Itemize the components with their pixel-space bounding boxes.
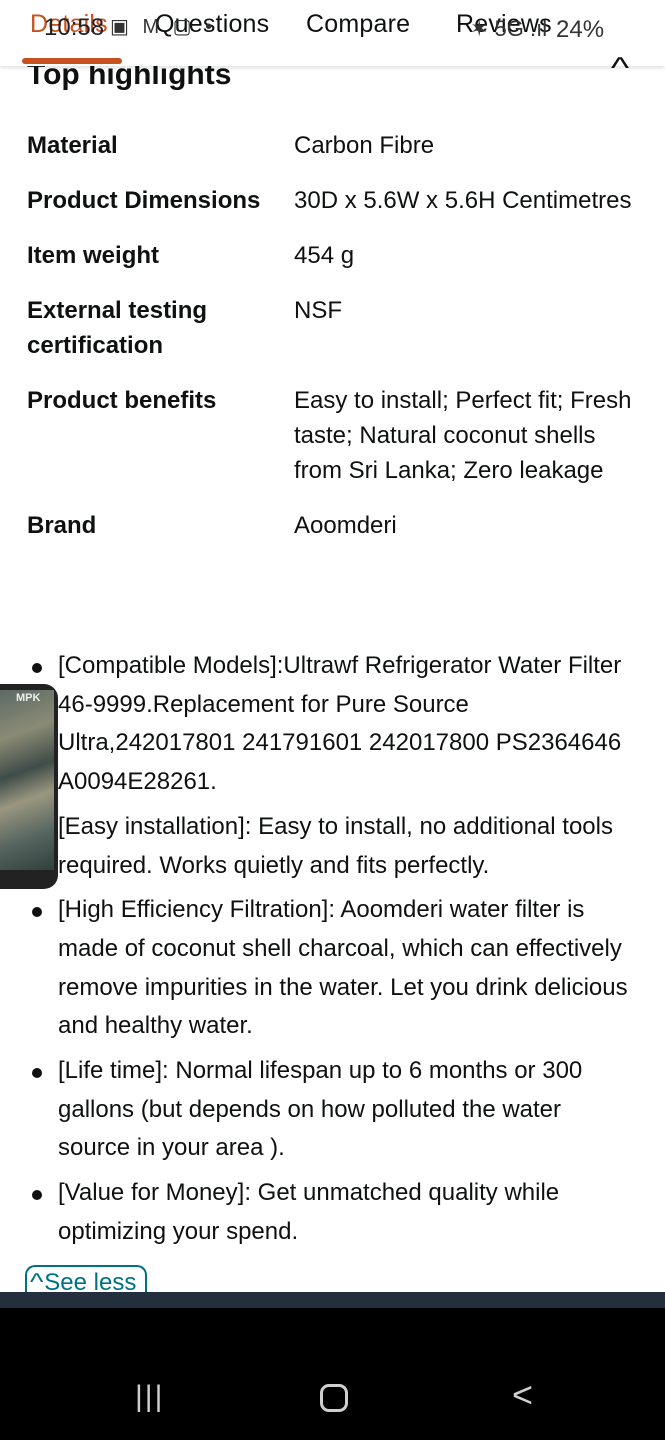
specs-table: Material Carbon Fibre Product Dimensions… bbox=[27, 128, 637, 563]
spec-row: Material Carbon Fibre bbox=[27, 128, 637, 163]
tab-compare[interactable]: Compare bbox=[306, 10, 410, 39]
feature-bullets: [Compatible Models]:Ultrawf Refrigerator… bbox=[27, 647, 637, 1258]
spec-value: Carbon Fibre bbox=[294, 132, 435, 159]
spec-label: Product Dimensions bbox=[27, 187, 261, 214]
spec-value: NSF bbox=[294, 297, 342, 324]
tab-questions[interactable]: Questions bbox=[155, 10, 269, 39]
system-navigation-bar: ||| < bbox=[0, 1308, 665, 1440]
spec-row: Product Dimensions 30D x 5.6W x 5.6H Cen… bbox=[27, 183, 637, 218]
list-item: [Compatible Models]:Ultrawf Refrigerator… bbox=[27, 647, 637, 802]
spec-value: 454 g bbox=[294, 242, 355, 269]
spec-label: External testing certification bbox=[27, 297, 208, 359]
spec-value: Aoomderi bbox=[294, 512, 397, 539]
spec-label: Material bbox=[27, 132, 118, 159]
recents-icon[interactable]: ||| bbox=[135, 1380, 164, 1414]
video-tag: MPK bbox=[16, 692, 41, 704]
spec-label: Item weight bbox=[27, 242, 160, 269]
bullet-icon bbox=[32, 907, 42, 918]
bullet-text: [Compatible Models]:Ultrawf Refrigerator… bbox=[58, 652, 622, 796]
spec-value: Easy to install; Perfect fit; Fresh tast… bbox=[294, 387, 632, 484]
active-tab-indicator bbox=[22, 58, 122, 64]
home-icon[interactable] bbox=[320, 1384, 348, 1412]
list-item: [Easy installation]: Easy to install, no… bbox=[27, 808, 637, 885]
bullet-text: [Life time]: Normal lifespan up to 6 mon… bbox=[58, 1057, 583, 1162]
spec-label: Brand bbox=[27, 512, 97, 539]
list-item: [High Efficiency Filtration]: Aoomderi w… bbox=[27, 891, 637, 1046]
bullet-icon bbox=[32, 1190, 42, 1201]
bullet-text: [Value for Money]: Get unmatched quality… bbox=[58, 1179, 560, 1245]
spec-value: 30D x 5.6W x 5.6H Centimetres bbox=[294, 187, 632, 214]
spec-row: Product benefits Easy to install; Perfec… bbox=[27, 383, 637, 488]
bullet-icon bbox=[32, 663, 42, 673]
spec-row: Item weight 454 g bbox=[27, 238, 637, 273]
bullet-icon bbox=[32, 1068, 42, 1079]
bullet-text: [Easy installation]: Easy to install, no… bbox=[58, 812, 613, 879]
status-time: 10:58 bbox=[44, 14, 105, 41]
chevron-up-icon: ^ bbox=[29, 1269, 44, 1293]
list-item: [Value for Money]: Get unmatched quality… bbox=[27, 1174, 637, 1251]
spec-label: Product benefits bbox=[27, 387, 217, 414]
spec-row: Brand Aoomderi bbox=[27, 508, 637, 543]
list-item: [Life time]: Normal lifespan up to 6 mon… bbox=[27, 1052, 637, 1168]
see-less-button[interactable]: ^See less bbox=[25, 1265, 147, 1293]
see-less-label: See less bbox=[44, 1269, 137, 1293]
bottom-divider bbox=[0, 1292, 665, 1308]
video-preview-image bbox=[0, 690, 54, 870]
chevron-up-icon[interactable]: ^ bbox=[611, 52, 629, 86]
tab-reviews[interactable]: Reviews bbox=[456, 10, 552, 39]
bullet-text: [High Efficiency Filtration]: Aoomderi w… bbox=[58, 896, 628, 1040]
spec-row: External testing certification NSF bbox=[27, 293, 637, 363]
back-icon[interactable]: < bbox=[512, 1374, 533, 1416]
video-thumbnail[interactable]: MPK bbox=[0, 684, 58, 889]
